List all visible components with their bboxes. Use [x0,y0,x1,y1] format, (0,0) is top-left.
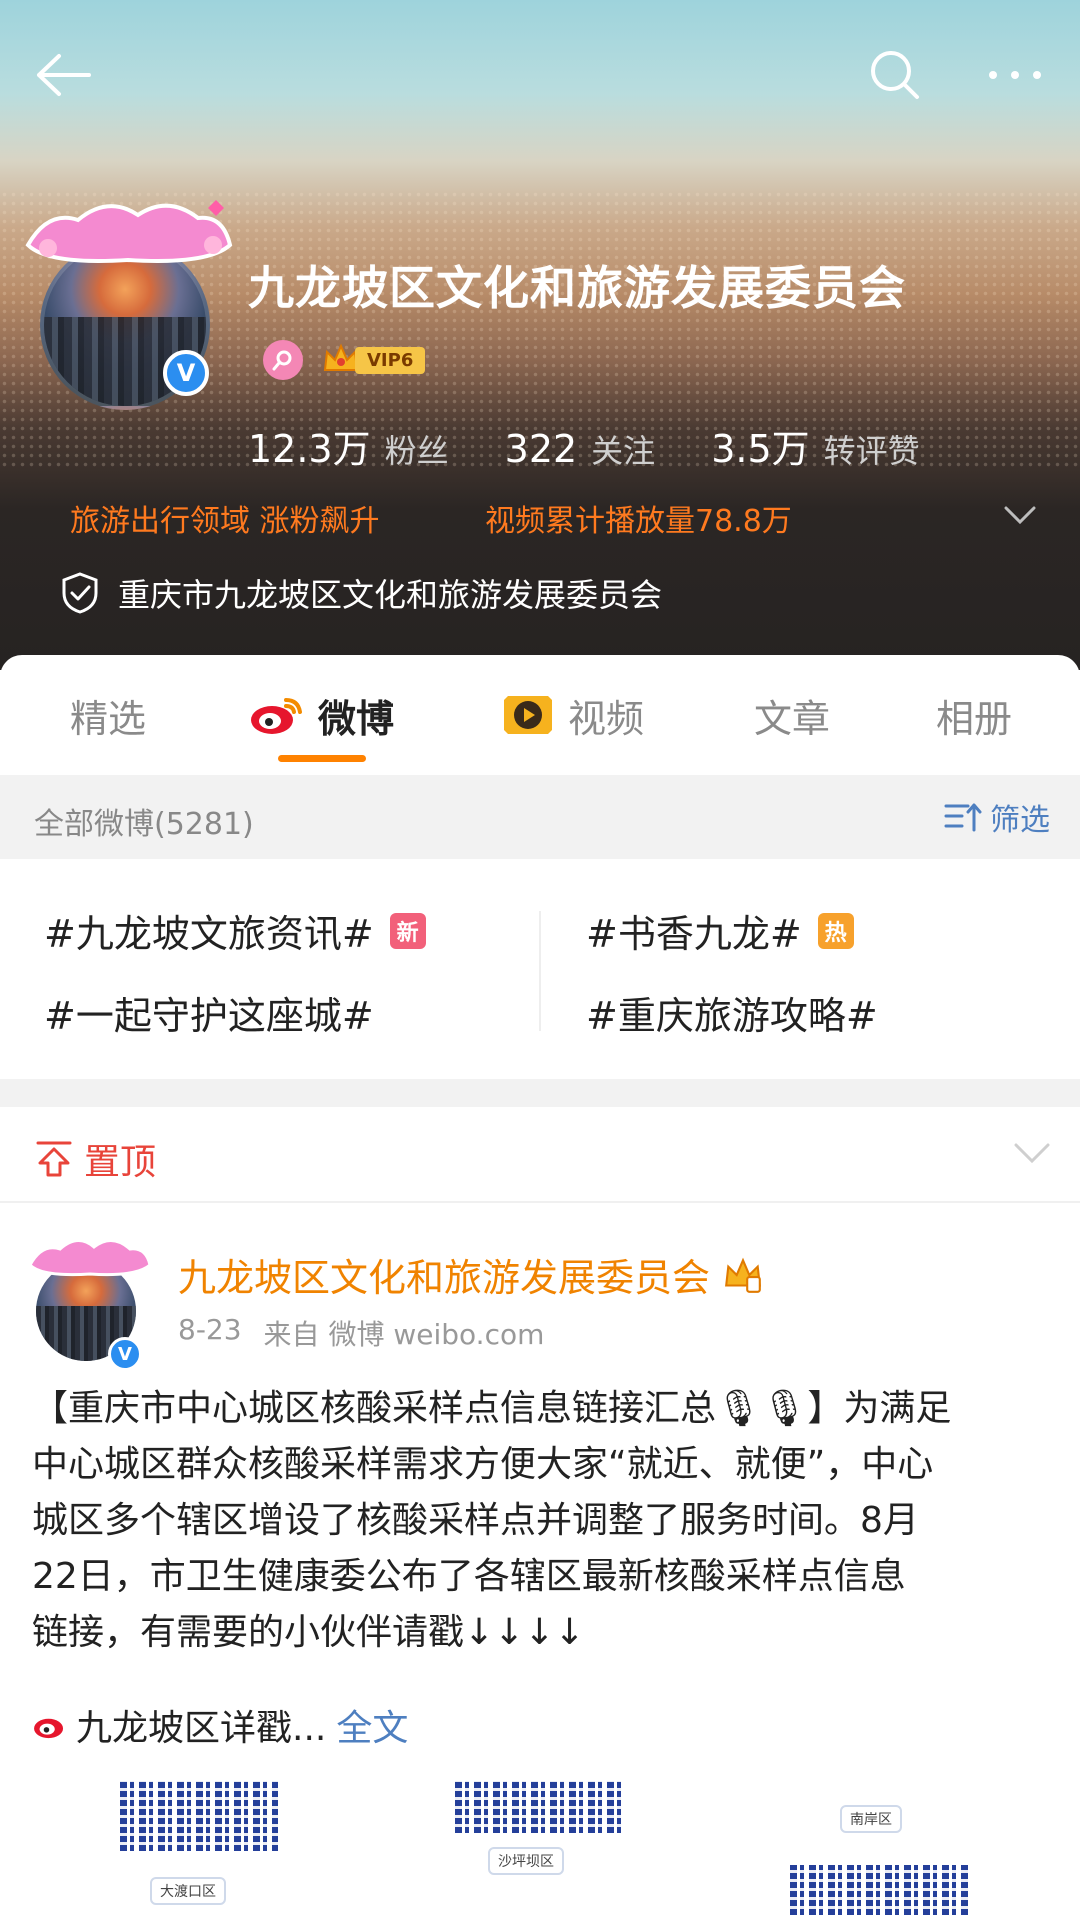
new-tag-badge: 新 [389,912,426,949]
crown-icon [725,1257,761,1293]
profile-stats: 12.3万 粉丝 322 关注 3.5万 转评赞 [248,418,976,473]
interactions-count: 3.5万 [711,427,810,471]
topic-item[interactable]: #九龙坡文旅资讯# 新 [44,903,426,958]
topic-item[interactable]: #重庆旅游攻略# [586,985,878,1040]
topic-text: #一起守护这座城# [44,994,374,1038]
district-label-text: 沙坪坝区 [498,1854,554,1870]
post-images: 大渡口区 沙坪坝区 南岸区 [0,1781,1080,1915]
video-play-icon [504,696,552,734]
verification-text: 重庆市九龙坡区文化和旅游发展委员会 [118,576,663,614]
tab-video[interactable]: 视频 [500,655,644,775]
honors-row: 旅游出行领域 涨粉飙升 视频累计播放量78.8万 [0,488,1080,548]
profile-header: V 九龙坡区文化和旅游发展委员会 VIP6 12.3万 粉丝 322 关注 3.… [0,0,1080,670]
post-author-avatar[interactable]: V [28,1231,152,1371]
tab-label: 视频 [568,696,645,741]
tab-albums[interactable]: 相册 [936,655,1012,775]
post-line: 中心城区群众核酸采样需求方便大家“就近、就便”，中心 [32,1444,934,1485]
pinned-header[interactable]: 置顶 [0,1107,1080,1203]
avatar-pendant-decoration [28,1239,152,1277]
following-count: 322 [504,427,578,471]
district-label: 南岸区 [840,1805,902,1833]
more-options-button[interactable] [980,40,1050,110]
honor-video-plays[interactable]: 视频累计播放量78.8万 [485,496,792,540]
tab-label: 文章 [754,696,831,741]
topic-text: #重庆旅游攻略# [586,994,878,1038]
followers-count: 12.3万 [248,427,371,471]
profile-name: 九龙坡区文化和旅游发展委员会 [248,261,906,315]
post-line: 22日，市卫生健康委公布了各辖区最新核酸采样点信息 [32,1556,906,1597]
tab-label: 相册 [936,696,1013,741]
district-label-text: 南岸区 [850,1812,892,1828]
post-link-text[interactable]: 九龙坡区详戳... [76,1699,326,1751]
profile-badges: VIP6 [263,340,426,380]
topic-text: #九龙坡文旅资讯# [44,912,374,956]
all-posts-count[interactable]: 全部微博(5281) [34,799,254,843]
weibo-logo-icon [34,1718,64,1739]
honor-fan-growth[interactable]: 旅游出行领域 涨粉飙升 [70,496,380,540]
back-button[interactable] [28,40,98,110]
search-button[interactable] [860,40,930,110]
filter-label: 筛选 [990,803,1050,838]
filter-bar: 全部微博(5281) 筛选 [0,775,1080,859]
avatar-pendant-decoration [25,200,233,263]
profile-avatar[interactable]: V [25,190,233,410]
pink-medal-icon[interactable] [263,340,303,380]
followers-label: 粉丝 [384,432,449,470]
post-date: 8-23 [178,1313,242,1346]
shield-check-icon [62,572,98,614]
district-label-text: 大渡口区 [160,1884,216,1900]
followers-stat[interactable]: 12.3万 粉丝 [248,418,449,473]
tab-label: 精选 [70,696,147,741]
topic-item[interactable]: #一起守护这座城# [44,985,374,1040]
tab-articles[interactable]: 文章 [754,655,830,775]
tab-featured[interactable]: 精选 [70,655,146,775]
district-label: 大渡口区 [150,1877,226,1905]
chevron-down-icon[interactable] [1010,1137,1054,1167]
chevron-down-icon[interactable] [1000,500,1040,530]
more-dots-icon [989,71,1041,79]
post-line: 链接，有需要的小伙伴请戳↓↓↓↓ [32,1612,585,1653]
post-source: 来自 微博 weibo.com [263,1318,545,1351]
verification-info[interactable]: 重庆市九龙坡区文化和旅游发展委员会 [60,570,662,616]
profile-tabs: 精选 微博 视频 文章 相册 [0,655,1080,775]
following-stat[interactable]: 322 关注 [505,426,656,472]
post-author-name[interactable]: 九龙坡区文化和旅游发展委员会 [178,1247,764,1302]
arrow-left-icon [37,54,91,96]
qr-code-image[interactable] [120,1781,278,1851]
search-circle-icon [272,350,292,371]
pinned-text: 置顶 [84,1142,157,1183]
interactions-label: 转评赞 [823,432,920,470]
post-body[interactable]: 【重庆市中心城区核酸采样点信息链接汇总🎙🎙】为满足 中心城区群众核酸采样需求方便… [32,1381,1052,1661]
post-meta: 8-23 来自 微博 weibo.com [178,1313,566,1353]
topic-section: #九龙坡文旅资讯# 新 #书香九龙# 热 #一起守护这座城# #重庆旅游攻略# [0,859,1080,1079]
vip-badge[interactable]: VIP6 [321,343,426,375]
topics-divider [539,911,541,1031]
topic-item[interactable]: #书香九龙# 热 [586,903,854,958]
filter-sort-icon [944,803,982,832]
tab-label: 微博 [318,696,395,741]
section-gap [0,1079,1080,1107]
interactions-stat[interactable]: 3.5万 转评赞 [711,418,919,473]
search-icon [871,51,919,99]
post-author-text: 九龙坡区文化和旅游发展委员会 [178,1256,711,1300]
active-tab-indicator [278,755,366,762]
verified-badge-icon: V [163,350,209,396]
post-line: 【重庆市中心城区核酸采样点信息链接汇总🎙🎙】为满足 [32,1388,952,1429]
topic-text: #书香九龙# [586,912,802,956]
weibo-logo-icon [251,698,302,734]
district-label: 沙坪坝区 [488,1847,564,1875]
pinned-label: 置顶 [34,1133,156,1185]
post-link-line: 九龙坡区详戳... 全文 [32,1699,408,1751]
qr-code-image[interactable] [455,1781,623,1833]
vip-level-label: VIP6 [355,346,426,374]
filter-button[interactable]: 筛选 [944,795,1050,839]
qr-code-image[interactable] [790,1865,970,1915]
hot-tag-badge: 热 [817,912,854,949]
post-line: 城区多个辖区增设了核酸采样点并调整了服务时间。8月 [32,1500,919,1541]
following-label: 关注 [591,432,656,470]
verified-badge-icon: V [108,1337,142,1371]
weibo-post: V 九龙坡区文化和旅游发展委员会 8-23 来自 微博 weibo.com 【重… [0,1203,1080,1915]
full-text-link[interactable]: 全文 [336,1699,408,1751]
pin-top-icon [36,1141,72,1177]
